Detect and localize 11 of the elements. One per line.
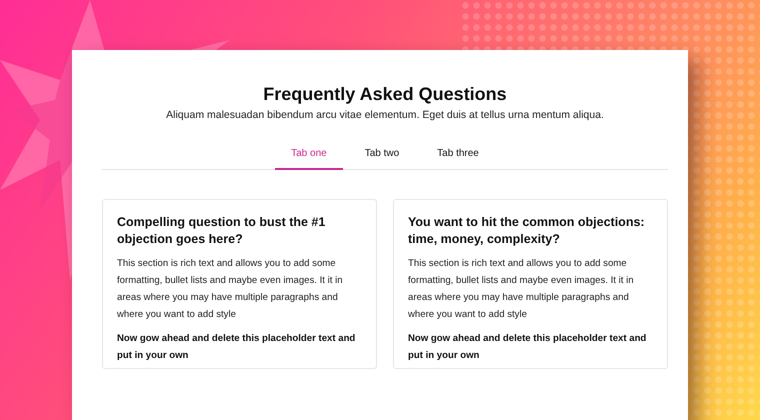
- faq-answer: This section is rich text and allows you to add some formatting, bullet lists and maybe even images. It it in areas where you may have multiple paragraphs and where you want to add style: [408, 257, 635, 322]
- faq-subtitle: Aliquam malesuadan bibendum arcu vitae elementum. Eget duis at tellus urna mentum aliqua.: [165, 109, 605, 121]
- faq-question: Compelling question to bust the #1 objection goes here?: [117, 214, 326, 248]
- faq-title: Frequently Asked Questions: [262, 84, 508, 105]
- tab[interactable]: Tab three: [421, 148, 495, 170]
- faq-answer: This section is rich text and allows you to add some formatting, bullet lists and maybe even images. It it in areas where you may have multiple paragraphs and where you want to add style: [117, 257, 344, 322]
- faq-question: You want to hit the common objections: time, money, complexity?: [408, 214, 646, 248]
- tab[interactable]: Tab two: [348, 148, 416, 170]
- faq-note: Now gow ahead and delete this placeholder text and put in your own: [408, 332, 648, 363]
- tab[interactable]: Tab one: [275, 148, 343, 170]
- faq-note: Now gow ahead and delete this placeholder text and put in your own: [117, 332, 356, 363]
